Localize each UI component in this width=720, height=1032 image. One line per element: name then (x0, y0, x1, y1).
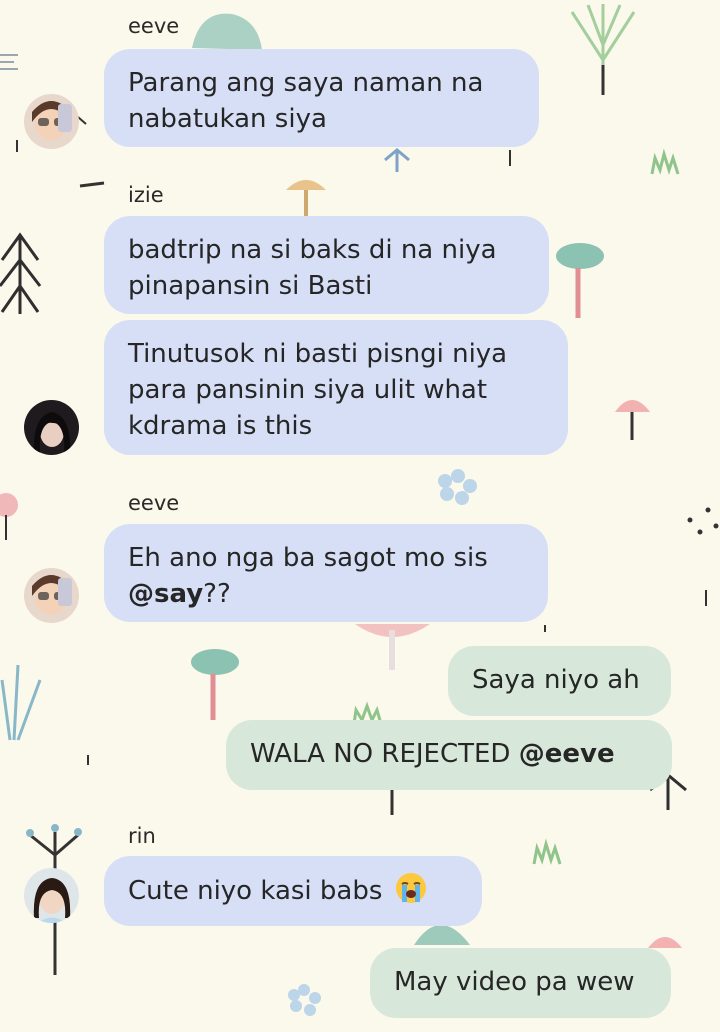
sender-name: eeve (128, 491, 180, 515)
message-bubble[interactable]: Eh ano nga ba sagot mo sis @say?? (104, 524, 548, 622)
mention-link[interactable]: @say (128, 579, 203, 609)
mention-link[interactable]: @eeve (519, 739, 615, 769)
izie-avatar[interactable] (24, 400, 79, 455)
message-text: WALA NO REJECTED (250, 739, 519, 769)
sender-name: izie (128, 183, 164, 207)
message-text-suffix: ?? (203, 579, 231, 609)
message-text: Cute niyo kasi babs (128, 876, 391, 906)
message-bubble[interactable]: Parang ang saya naman na nabatukan siya (104, 49, 539, 147)
message-bubble[interactable]: Tinutusok ni basti pisngi niya para pans… (104, 320, 568, 455)
eeve-avatar[interactable] (24, 94, 79, 149)
rin-avatar[interactable] (24, 868, 79, 923)
eeve-avatar[interactable] (24, 568, 79, 623)
loudly-crying-face-icon (395, 872, 427, 914)
message-bubble[interactable]: Cute niyo kasi babs (104, 856, 482, 926)
message-text: Eh ano nga ba sagot mo sis (128, 543, 488, 573)
message-bubble[interactable]: May video pa wew (370, 948, 671, 1018)
message-bubble[interactable]: WALA NO REJECTED @eeve (226, 720, 672, 790)
message-bubble[interactable]: badtrip na si baks di na niya pinapansin… (104, 216, 549, 314)
message-bubble[interactable]: Saya niyo ah (448, 646, 671, 716)
sender-name: eeve (128, 14, 180, 38)
sender-name: rin (128, 824, 156, 848)
